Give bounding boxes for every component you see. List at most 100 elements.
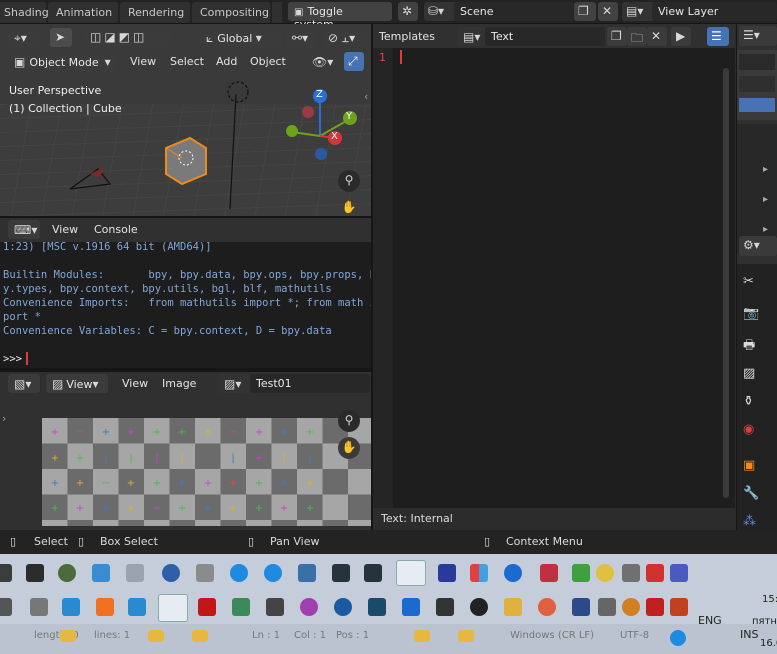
image-browse-icon[interactable]: ▨▾ [218,374,250,393]
menu-view[interactable]: View [48,220,82,239]
app-icon[interactable] [0,564,12,582]
menu-image[interactable]: Image [158,374,200,393]
new-text-icon[interactable]: ❐ [607,27,627,46]
app-icon[interactable] [128,598,146,616]
app-icon[interactable] [622,564,640,582]
app-icon[interactable] [30,598,48,616]
properties-type-icon[interactable]: ⚙▾ [739,236,777,256]
skype-icon[interactable] [230,564,248,582]
text-browse-icon[interactable]: ▤▾ [457,27,487,46]
app-icon[interactable] [470,564,488,582]
mail-icon[interactable] [148,630,164,642]
app-icon[interactable] [162,564,180,582]
app-icon[interactable] [0,598,12,616]
app-icon[interactable] [646,598,664,616]
python-icon[interactable] [298,564,316,582]
outliner-row[interactable] [739,54,775,70]
text-editor[interactable]: Templates ▤▾ Text ❐ 🗀 ✕ ▶ ☰ 1 Text: Inte… [373,24,735,530]
skype-icon[interactable] [670,630,686,646]
skype-icon[interactable] [264,564,282,582]
view-layer-icon[interactable]: ▨ [743,366,755,381]
toolbar-toggle-icon[interactable]: › [2,412,6,425]
scene-icon[interactable]: ⚱ [743,394,754,409]
app-icon[interactable] [368,598,386,616]
zoom-icon[interactable]: ⚲ [338,170,360,192]
app-icon[interactable] [126,564,144,582]
app-icon[interactable] [402,598,420,616]
app-icon[interactable] [646,564,664,582]
app-icon[interactable] [572,564,590,582]
app-icon[interactable] [92,564,110,582]
tab-shading[interactable]: Shading [0,2,49,23]
editor-type-icon[interactable]: ▧▾ [8,374,40,393]
app-icon[interactable] [58,564,76,582]
app-icon[interactable] [670,598,688,616]
app-icon[interactable] [596,564,614,582]
expand-icon[interactable]: ▸ [763,194,768,205]
scene-field[interactable]: Scene [454,2,574,21]
templates-menu[interactable]: Templates [375,27,439,46]
object-icon[interactable]: ▣ [743,458,755,473]
console-prompt[interactable]: >>> [3,352,28,366]
text-name-field[interactable]: Text [485,27,605,46]
view-dropdown[interactable]: ▨ View▾ [46,374,108,393]
app-icon[interactable] [572,598,590,616]
line-numbers-icon[interactable]: ☰ [707,27,729,46]
app-icon[interactable] [470,598,488,616]
mail-icon[interactable] [458,630,474,642]
app-icon[interactable] [232,598,250,616]
save-icon[interactable] [438,564,456,582]
close-icon[interactable]: ✕ [598,2,618,21]
app-icon[interactable] [332,564,350,582]
modifier-icon[interactable]: 🔧 [743,486,759,501]
menu-console[interactable]: Console [90,220,142,239]
database-icon[interactable] [196,564,214,582]
tab-compositing[interactable]: Compositing [192,2,270,23]
clock-time[interactable]: 15: [762,594,777,605]
folder-icon[interactable] [504,598,522,616]
world-icon[interactable]: ◉ [743,422,754,437]
folder-icon[interactable]: 🗀 [627,27,647,46]
app-icon[interactable] [436,598,454,616]
app-icon[interactable] [540,564,558,582]
outliner-row[interactable] [739,76,775,92]
scrollbar[interactable] [723,68,729,498]
mail-icon[interactable] [60,630,76,642]
copy-scene-icon[interactable]: ❐ [574,2,596,21]
editor-type-icon[interactable]: ⌨▾ [8,220,40,239]
teams-icon[interactable] [670,564,688,582]
render-icon[interactable]: 📷 [743,306,759,321]
app-icon[interactable] [364,564,382,582]
app-icon[interactable] [504,564,522,582]
hand-icon[interactable]: ✋ [338,437,360,459]
toggle-system-button[interactable]: ▣Toggle system [288,2,392,31]
scene-selector-icon[interactable]: ⛁▾ [424,2,458,21]
3d-viewport[interactable]: ⌖▾ ➤ ◫◪◩◫ ⟀ Global ▾ ⚯▾ ⊘ ⫠▾ ▣ Object Mode… [0,24,371,216]
sidebar-toggle-icon[interactable]: ‹ [364,90,368,103]
app-icon[interactable] [26,564,44,582]
app-icon[interactable] [266,598,284,616]
particles-icon[interactable]: ⁂ [743,514,756,529]
tab-animation[interactable]: Animation [48,2,118,23]
python-console[interactable]: ⌨▾ View Console 1:23) [MSC v.1916 64 bit… [0,218,371,368]
menu-view[interactable]: View [118,374,152,393]
app-icon[interactable] [334,598,352,616]
app-icon[interactable] [300,598,318,616]
expand-icon[interactable]: ▸ [763,224,768,235]
app-icon[interactable] [96,598,114,616]
tab-rendering[interactable]: Rendering [120,2,190,23]
expand-icon[interactable]: ▸ [763,164,768,175]
tool-icon[interactable]: ✂ [743,274,754,289]
view-layer-icon[interactable]: ▤▾ [622,2,656,21]
close-icon[interactable]: ✕ [647,27,667,46]
view-layer-field[interactable]: View Layer [652,2,777,21]
app-icon-active[interactable] [396,560,426,586]
app-icon-active[interactable] [158,594,188,622]
gear-icon[interactable]: ✲ [398,2,418,21]
run-script-icon[interactable]: ▶ [671,27,691,46]
autocad-icon[interactable] [198,598,216,616]
mail-icon[interactable] [192,630,208,642]
output-icon[interactable]: 🖶 [743,336,755,358]
outliner-row-selected[interactable] [739,98,775,112]
app-icon[interactable] [62,598,80,616]
